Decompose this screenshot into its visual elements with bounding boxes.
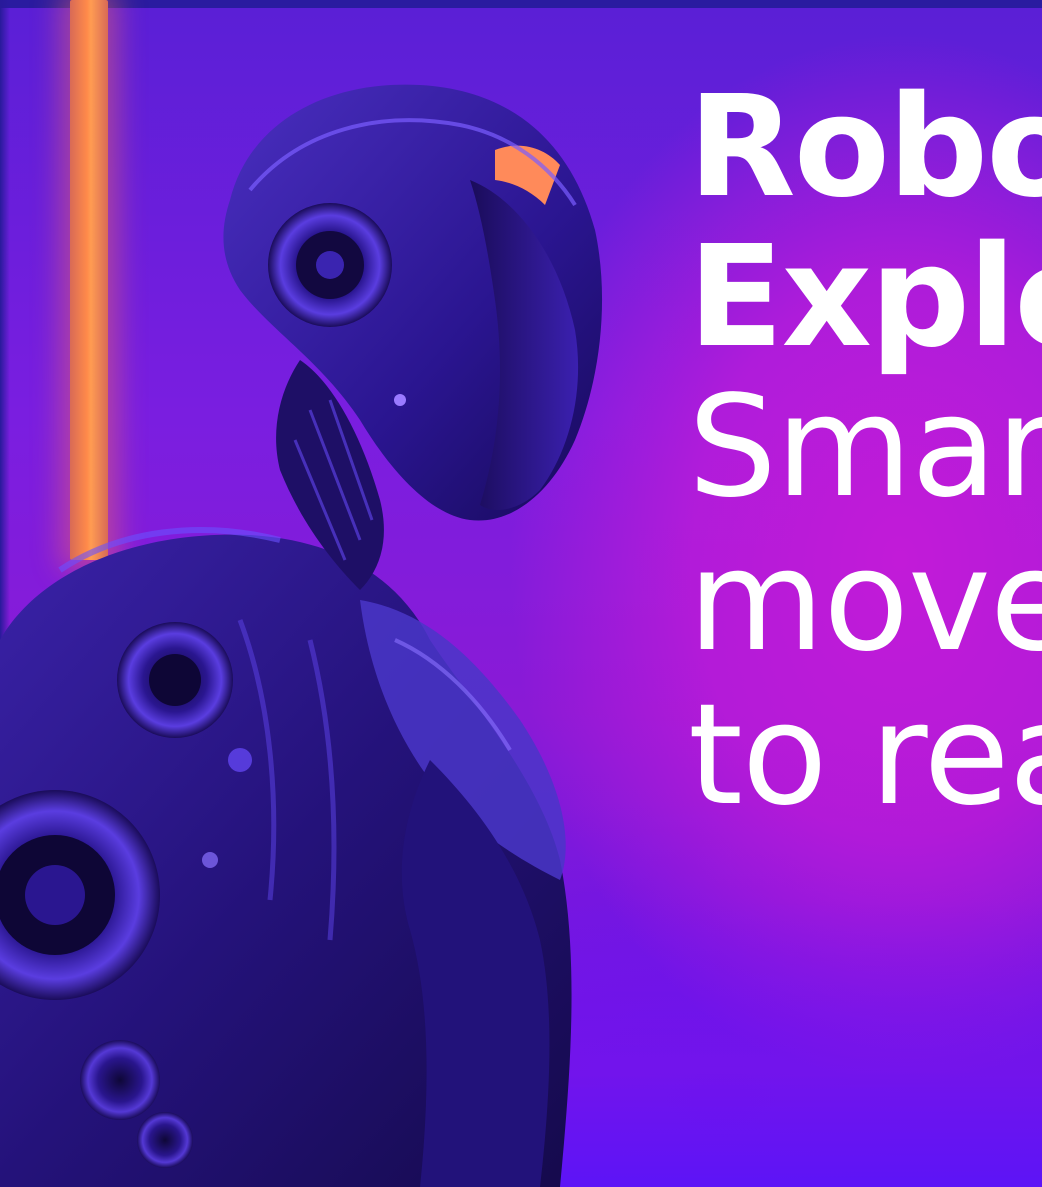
hero-banner: Robo Explo Smar move to rea [0,0,1042,1187]
subheadline-line-1: Smar [688,366,1042,529]
subheadline-line-3: to rea [688,674,1042,837]
headline-line-1: Robo [688,66,1042,229]
subheadline-line-2: move [688,520,1042,683]
headline-line-2: Explo [688,216,1042,379]
hero-headline: Robo Explo Smar move to rea [688,78,1042,840]
